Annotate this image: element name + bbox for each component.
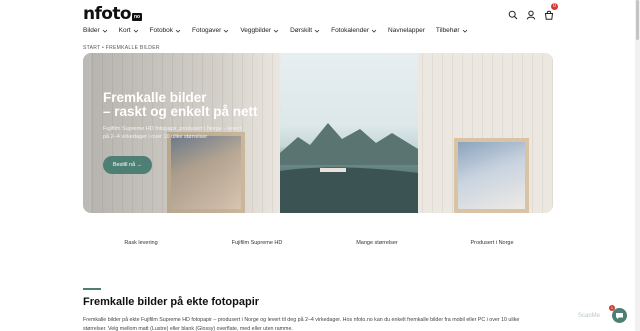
- chevron-down-icon: [314, 28, 320, 34]
- user-icon[interactable]: [526, 7, 536, 20]
- nav-item-bilder[interactable]: Bilder: [83, 27, 108, 34]
- nav-item-fotogaver[interactable]: Fotogaver: [192, 27, 229, 34]
- cart-count-badge: 0: [551, 3, 558, 10]
- hero-banner: Fremkalle bilder – raskt og enkelt på ne…: [83, 53, 553, 213]
- hero-title: Fremkalle bilder – raskt og enkelt på ne…: [103, 90, 258, 119]
- nav-item-label: Bilder: [83, 27, 100, 34]
- nav-item-tilbehør[interactable]: Tilbehør: [436, 27, 468, 34]
- nav-item-label: Veggbilder: [240, 27, 272, 34]
- chevron-down-icon: [273, 28, 279, 34]
- page-scrollbar[interactable]: [635, 0, 640, 331]
- chevron-down-icon: [371, 28, 377, 34]
- feature-fast-delivery: Rask levering: [124, 240, 158, 246]
- cart-icon[interactable]: 0: [544, 3, 558, 20]
- watermark-text: ScanMe: [578, 313, 601, 319]
- chevron-down-icon: [175, 28, 181, 34]
- nav-item-kort[interactable]: Kort: [119, 27, 139, 34]
- chat-button[interactable]: [612, 308, 627, 323]
- feature-list: Rask levering Fujifilm Supreme HD Mange …: [83, 240, 553, 250]
- chevron-down-icon: [133, 28, 139, 34]
- logo-text: nfoto: [83, 4, 132, 24]
- nav-item-label: Kort: [118, 27, 131, 34]
- order-now-button[interactable]: Bestill nå →: [103, 156, 152, 174]
- nav-item-dørskilt[interactable]: Dørskilt: [290, 27, 320, 34]
- section-accent-bar: [83, 288, 101, 290]
- nav-item-label: Fotokalender: [331, 27, 370, 34]
- hero-landscape-image: [280, 53, 418, 213]
- nav-item-veggbilder[interactable]: Veggbilder: [240, 27, 279, 34]
- nav-item-navnelapper[interactable]: Navnelapper: [388, 27, 425, 34]
- main-nav: Bilder Kort Fotobok Fotogaver Veggbilder Dørs…: [83, 27, 468, 34]
- section-title: Fremkalle bilder på ekte fotopapir: [83, 296, 260, 308]
- nav-item-fotokalender[interactable]: Fotokalender: [331, 27, 377, 34]
- logo-badge: no: [131, 13, 143, 21]
- chevron-down-icon: [462, 28, 468, 34]
- framed-photo-child-dog: [454, 138, 529, 213]
- section-body-text: Fremkalle bilder på ekte Fujifilm Suprem…: [83, 317, 520, 331]
- hero-description: Fujifilm Supreme HD fotopapir, produsert…: [103, 126, 242, 140]
- logo[interactable]: nfoto no: [83, 4, 143, 24]
- nav-item-label: Tilbehør: [435, 27, 460, 34]
- chat-notification-badge: 1: [609, 305, 615, 311]
- breadcrumb: START • FREMKALLE BILDER: [83, 45, 160, 51]
- nav-item-fotobok[interactable]: Fotobok: [150, 27, 182, 34]
- feature-made-in-norway: Produsert i Norge: [470, 240, 514, 246]
- nav-item-label: Fotogaver: [192, 27, 222, 34]
- chevron-down-icon: [223, 28, 229, 34]
- nav-item-label: Fotobok: [149, 27, 174, 34]
- search-icon[interactable]: [508, 7, 518, 20]
- feature-many-sizes: Mange størrelser: [356, 240, 398, 246]
- site-header: nfoto no 0 Bilder Kort Fotobok Fotogaver Veg…: [0, 0, 640, 44]
- scrollbar-thumb[interactable]: [636, 0, 639, 40]
- nav-item-label: Navnelapper: [388, 27, 425, 34]
- header-icons: 0: [508, 3, 558, 20]
- chevron-down-icon: [102, 28, 108, 34]
- feature-fujifilm-paper: Fujifilm Supreme HD: [231, 240, 283, 246]
- nav-item-label: Dørskilt: [290, 27, 313, 34]
